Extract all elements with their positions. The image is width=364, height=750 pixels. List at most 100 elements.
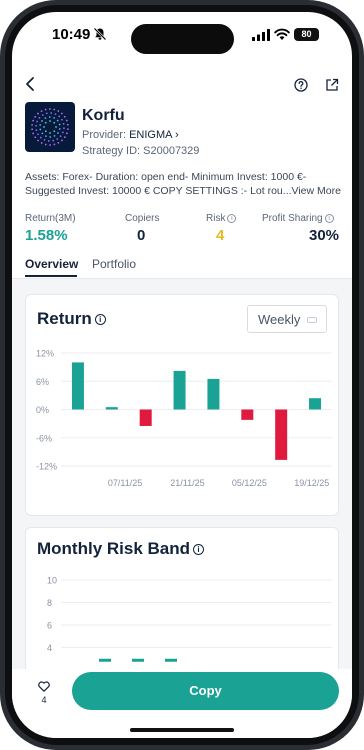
x-tick-label: 07/11/25: [108, 478, 142, 488]
logo-dot: [62, 122, 65, 125]
logo-dot: [61, 118, 63, 121]
logo-dot: [52, 139, 55, 142]
stat-label-return: Return(3M): [25, 213, 76, 224]
active-tab-indicator: [25, 275, 77, 277]
logo-dot: [32, 119, 35, 122]
logo-dot: [53, 108, 56, 111]
back-arrow-icon[interactable]: [22, 76, 38, 92]
logo-dot: [57, 110, 60, 112]
return-info-icon[interactable]: i: [94, 314, 106, 325]
y-tick-label: 4: [47, 643, 52, 653]
signal-icon: [252, 29, 270, 41]
logo-dot: [63, 127, 65, 130]
logo-dot: [35, 129, 38, 132]
logo-dot: [61, 131, 64, 134]
dynamic-island: [131, 24, 234, 54]
home-indicator: [130, 728, 234, 732]
logo-dot: [41, 114, 44, 116]
logo-dot: [41, 132, 44, 135]
stat-value-profit-sharing: 30%: [309, 227, 340, 244]
logo-dot: [53, 121, 56, 124]
y-tick-label: -6%: [36, 433, 52, 443]
logo-dot: [60, 112, 63, 115]
bell-muted-icon: [93, 27, 107, 41]
y-tick-label: 6%: [36, 377, 49, 387]
tab-portfolio[interactable]: Portfolio: [92, 257, 136, 271]
logo-dot: [58, 128, 61, 130]
logo-dot: [47, 140, 50, 142]
external-link-icon[interactable]: [325, 78, 339, 92]
logo-dot: [39, 128, 42, 131]
view-more-link[interactable]: View More: [292, 185, 341, 197]
y-tick-label: 10: [47, 576, 57, 586]
y-tick-label: 12%: [36, 349, 54, 359]
stat-value-risk: 4: [216, 227, 225, 244]
logo-dot: [40, 142, 43, 144]
logo-dot: [32, 132, 35, 135]
logo-dot: [53, 116, 56, 119]
provider-line: Provider: ENIGMA ›: [82, 129, 179, 141]
logo-dot: [44, 108, 47, 111]
logo-dot: [66, 128, 69, 130]
logo-dot: [63, 115, 66, 118]
logo-dot: [37, 133, 39, 136]
favorite-button[interactable]: 4: [35, 679, 53, 709]
logo-dot: [53, 135, 56, 137]
status-time: 10:49: [52, 26, 91, 43]
risk-band-card-title: Monthly Risk Band i: [37, 539, 205, 559]
return-bar: [275, 409, 288, 460]
logo-dot: [34, 136, 37, 139]
logo-dot: [56, 119, 59, 122]
risk-bar: [165, 658, 177, 662]
logo-dot: [39, 136, 42, 139]
return-bar: [207, 378, 220, 410]
logo-dot: [44, 143, 47, 146]
strategy-id: Strategy ID: S20007329: [82, 145, 200, 157]
y-tick-label: 0%: [36, 405, 49, 415]
logo-dot: [63, 136, 66, 139]
logo-dot: [66, 123, 69, 126]
logo-dot: [53, 143, 56, 146]
logo-dot: [44, 121, 47, 124]
logo-dot: [50, 112, 53, 114]
profit-sharing-info-icon[interactable]: i: [324, 214, 334, 223]
logo-dot: [58, 123, 61, 126]
period-selected-value: Weekly: [258, 312, 301, 327]
y-tick-label: -12%: [36, 462, 57, 472]
logo-dot: [31, 124, 34, 126]
logo-dot: [55, 126, 57, 128]
stat-label-risk: Risk i: [206, 213, 237, 224]
logo-dot: [61, 139, 63, 142]
logo-dot: [31, 128, 34, 131]
risk-band-info-icon[interactable]: i: [193, 544, 205, 555]
strategy-description: Assets: Forex- Duration: open end- Minim…: [25, 170, 343, 198]
stat-label-profit-sharing: Profit Sharing i: [262, 213, 334, 224]
risk-info-icon[interactable]: i: [227, 214, 237, 223]
logo-dot: [40, 110, 43, 112]
logo-dot: [39, 124, 42, 126]
provider-link[interactable]: ENIGMA ›: [129, 129, 179, 141]
provider-label: Provider:: [82, 129, 127, 141]
stat-value-copiers: 0: [137, 227, 146, 244]
dropdown-caret-icon: [307, 317, 317, 323]
help-icon[interactable]: [294, 78, 308, 92]
return-bar: [105, 407, 118, 410]
logo-dot: [49, 132, 51, 134]
logo-dot: [34, 115, 37, 118]
description-line-1: Assets: Forex- Duration: open end- Minim…: [25, 171, 307, 183]
logo-dot: [44, 117, 47, 119]
stat-label-copiers: Copiers: [125, 213, 160, 224]
stat-value-return: 1.58%: [25, 227, 68, 244]
strategy-name: Korfu: [82, 107, 125, 124]
return-bar: [139, 409, 152, 426]
battery-indicator: 80: [294, 28, 319, 41]
tab-overview[interactable]: Overview: [25, 257, 78, 271]
copy-button[interactable]: Copy: [72, 672, 339, 710]
strategy-logo: [25, 102, 75, 152]
period-dropdown[interactable]: Weekly: [247, 305, 327, 333]
logo-dot: [53, 130, 56, 133]
logo-dot: [65, 119, 68, 122]
return-bar: [173, 370, 186, 410]
return-bar-chart: 12% 6% 0% -6% -12% 07/11/25 21/11/25 05/12/25 19…: [36, 349, 332, 488]
risk-bar: [99, 658, 111, 662]
